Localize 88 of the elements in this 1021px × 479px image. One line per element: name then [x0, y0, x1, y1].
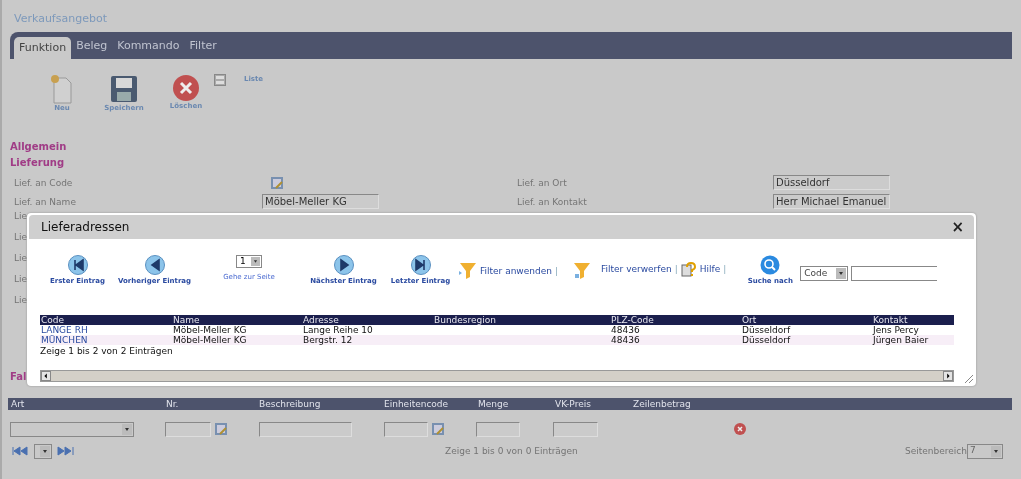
- last-record-icon[interactable]: [410, 255, 431, 275]
- code-link[interactable]: LANGE RH: [41, 325, 88, 335]
- range-label: Seitenbereich: [905, 446, 967, 456]
- page-title: Verkaufsangebot: [13, 11, 108, 27]
- table-row[interactable]: MÜNCHEN Möbel-Meller KG Bergstr. 12 48436 Düsseldorf Jürgen Baier: [40, 335, 954, 345]
- code-link[interactable]: MÜNCHEN: [41, 335, 88, 345]
- tab[interactable]: Filter: [184, 37, 222, 59]
- table-cell: Möbel-Meller KG: [173, 335, 247, 345]
- table-cell: Bergstr. 12: [303, 335, 353, 345]
- field-label: Lief. an Code: [14, 177, 74, 188]
- tab[interactable]: Kommando: [112, 37, 185, 59]
- name-field[interactable]: Möbel-Meller KG: [262, 194, 379, 209]
- lookup-icon[interactable]: [270, 175, 284, 190]
- column-header: Menge: [477, 398, 510, 410]
- column-header: Zeilenbetrag: [632, 398, 692, 410]
- list-icon[interactable]: [214, 74, 226, 86]
- table-cell: Jens Percy: [873, 325, 919, 335]
- field-label: Lie: [14, 211, 28, 223]
- table-cell: Düsseldorf: [742, 335, 791, 345]
- prev-record-icon[interactable]: [144, 255, 165, 275]
- table-cell: Möbel-Meller KG: [173, 325, 247, 335]
- record-count: Zeige 1 bis 2 von 2 Einträgen: [40, 345, 174, 356]
- quantity-field[interactable]: [476, 421, 520, 437]
- scroll-right-icon[interactable]: [943, 371, 953, 381]
- unit-code-field[interactable]: [384, 421, 428, 437]
- range-dropdown[interactable]: 7: [967, 443, 1003, 459]
- table-cell: 48436: [611, 335, 640, 345]
- column-header: Kontakt: [872, 315, 909, 325]
- column-header: Ort: [741, 315, 758, 325]
- scroll-left-icon[interactable]: [41, 371, 51, 381]
- column-header: Code: [40, 315, 66, 325]
- tab[interactable]: Beleg: [71, 37, 113, 59]
- resize-grip-icon[interactable]: [964, 374, 974, 384]
- price-field[interactable]: [553, 421, 598, 437]
- column-header: Beschreibung: [258, 398, 322, 410]
- column-header: Nr.: [165, 398, 180, 410]
- field-label: Lief. an Ort: [517, 177, 568, 188]
- page-dropdown[interactable]: 1: [236, 255, 262, 268]
- table-cell: Lange Reihe 10: [303, 325, 373, 335]
- separator: |: [723, 264, 727, 274]
- separator: |: [674, 264, 678, 274]
- funnel-icon[interactable]: [573, 261, 591, 281]
- field-label: Lie: [14, 232, 28, 244]
- search-icon[interactable]: [760, 255, 781, 275]
- section-heading: Lieferung: [10, 157, 66, 170]
- lookup-icon[interactable]: [431, 422, 445, 436]
- tab[interactable]: Funktion: [14, 37, 72, 59]
- column-header: PLZ-Code: [610, 315, 655, 325]
- text-field[interactable]: Düsseldorf: [773, 175, 890, 190]
- search-input[interactable]: [851, 266, 938, 281]
- section-heading: Fal: [10, 371, 27, 384]
- section-heading: Allgemein: [10, 141, 68, 154]
- dialog-title: Lieferadressen: [41, 220, 130, 234]
- delete-icon[interactable]: [172, 74, 200, 102]
- first-prev-icon[interactable]: [12, 446, 30, 456]
- column-header: Art: [10, 398, 26, 410]
- field-label: Lief. an Kontakt: [517, 196, 588, 207]
- text-field[interactable]: Herr Michael Emanuel: [773, 194, 890, 209]
- description-field[interactable]: [259, 421, 352, 437]
- lookup-icon[interactable]: [214, 422, 228, 436]
- field-label: Lie: [14, 253, 28, 265]
- horizontal-scrollbar[interactable]: [40, 370, 954, 382]
- number-field[interactable]: [165, 421, 211, 437]
- next-record-icon[interactable]: [333, 255, 354, 275]
- column-header: Adresse: [302, 315, 340, 325]
- field-label: Lie: [14, 274, 28, 286]
- record-count: Zeige 1 bis 0 von 0 Einträgen: [445, 446, 579, 456]
- column-header: Einheitencode: [383, 398, 450, 410]
- help-icon[interactable]: [680, 261, 697, 277]
- column-header: VK-Preis: [554, 398, 592, 410]
- search-field-dropdown[interactable]: Code: [800, 266, 849, 281]
- separator: |: [554, 266, 558, 276]
- delete-icon[interactable]: [734, 423, 746, 435]
- first-record-icon[interactable]: [67, 255, 88, 275]
- funnel-icon[interactable]: [459, 261, 477, 281]
- column-header: Bundesregion: [433, 315, 497, 325]
- close-button[interactable]: ×: [951, 220, 964, 234]
- field-label: Lief. an Name: [14, 196, 77, 207]
- help-link[interactable]: Hilfe: [699, 264, 721, 274]
- next-last-icon[interactable]: [56, 446, 74, 456]
- table-cell: Düsseldorf: [742, 325, 791, 335]
- table-cell: Jürgen Baier: [873, 335, 929, 345]
- new-document-icon[interactable]: [49, 74, 75, 104]
- discard-filter-link[interactable]: Filter verwerfen: [601, 264, 672, 274]
- column-header: Name: [172, 315, 201, 325]
- table-cell: 48436: [611, 325, 640, 335]
- field-label: Lie: [14, 295, 28, 307]
- apply-filter-link[interactable]: Filter anwenden: [480, 266, 552, 276]
